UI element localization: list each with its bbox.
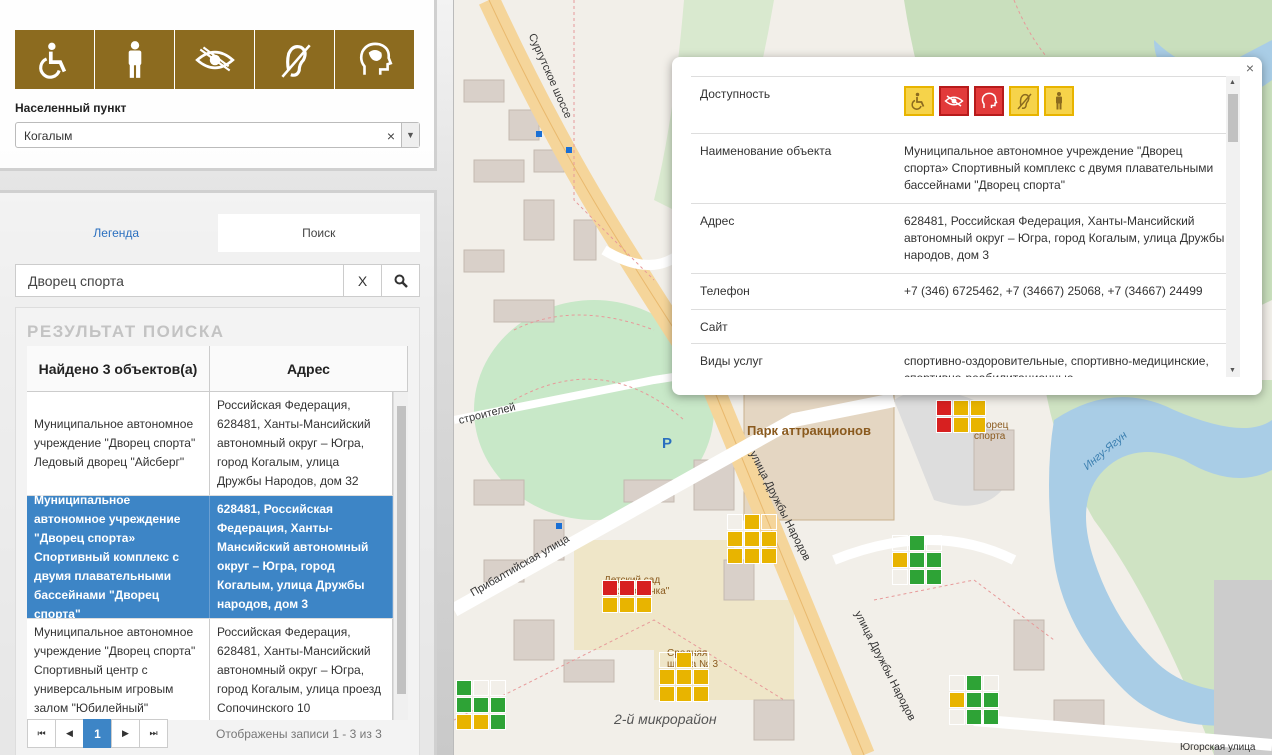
- info-row-address: Адрес 628481, Российская Федерация, Хант…: [691, 204, 1226, 274]
- close-icon[interactable]: ×: [1246, 60, 1254, 76]
- accessibility-filter: [15, 30, 415, 89]
- search-input[interactable]: [15, 264, 344, 297]
- person-filter-button[interactable]: [95, 30, 175, 89]
- clear-search-button[interactable]: X: [344, 264, 382, 297]
- results-table: Найдено 3 объектов(а) Адрес Муниципально…: [27, 346, 408, 720]
- poi-marker[interactable]: [602, 580, 652, 613]
- ear-crossed-icon: [1009, 86, 1039, 116]
- road-label-yugorskaya: Югорская улица: [1180, 742, 1256, 753]
- head-mind-icon: [974, 86, 1004, 116]
- tab-bar: Легенда Поиск: [15, 214, 420, 252]
- locality-select[interactable]: Когалым × ▼: [15, 122, 420, 148]
- results-title: РЕЗУЛЬТАТ ПОИСКА: [27, 322, 225, 341]
- info-row-site: Сайт: [691, 310, 1226, 344]
- object-info-popup: × Доступность Наименование объекта Муниц…: [672, 57, 1262, 395]
- filter-panel: Населенный пункт Когалым × ▼: [0, 0, 437, 171]
- info-key: Наименование объекта: [700, 144, 832, 158]
- eye-crossed-icon: [194, 46, 235, 71]
- table-header: Найдено 3 объектов(а) Адрес: [27, 346, 408, 392]
- search-button[interactable]: [382, 264, 420, 297]
- info-value: +7 (346) 6725462, +7 (34667) 25068, +7 (…: [904, 284, 1203, 298]
- pagination: ⏮ ◀ 1 ▶ ⏭: [27, 719, 168, 748]
- search-bar: X: [15, 264, 420, 297]
- popup-scrollbar[interactable]: ▲ ▼: [1226, 76, 1240, 377]
- table-body: Муниципальное автономное учреждение "Дво…: [27, 392, 408, 720]
- info-value: Муниципальное автономное учреждение "Дво…: [904, 144, 1214, 192]
- table-row[interactable]: Муниципальное автономное учреждение "Дво…: [27, 619, 408, 720]
- info-value: спортивно-оздоровительные, спортивно-мед…: [904, 354, 1209, 377]
- poi-marker[interactable]: [456, 680, 506, 730]
- info-key: Телефон: [700, 284, 750, 298]
- scroll-down-icon[interactable]: ▼: [1229, 367, 1236, 374]
- result-address: Российская Федерация, 628481, Ханты-Манс…: [210, 392, 393, 495]
- scrollbar-thumb[interactable]: [397, 406, 406, 694]
- pagination-info: Отображены записи 1 - 3 из 3: [216, 727, 382, 741]
- search-icon: [394, 274, 408, 288]
- first-page-button[interactable]: ⏮: [27, 719, 56, 748]
- result-address: Российская Федерация, 628481, Ханты-Манс…: [210, 619, 393, 720]
- search-panel: Легенда Поиск X РЕЗУЛЬТАТ ПОИСКА Найдено…: [0, 190, 437, 755]
- info-key: Доступность: [700, 87, 771, 101]
- parking-label: P: [662, 435, 673, 452]
- tab-search[interactable]: Поиск: [217, 214, 420, 252]
- scrollbar-thumb[interactable]: [1228, 94, 1238, 142]
- info-row-accessibility: Доступность: [691, 77, 1226, 134]
- locality-label: Населенный пункт: [15, 101, 127, 115]
- poi-marker[interactable]: [659, 652, 709, 702]
- poi-marker[interactable]: [892, 535, 942, 585]
- mental-filter-button[interactable]: [335, 30, 415, 89]
- head-mind-icon: [359, 42, 392, 75]
- table-scrollbar[interactable]: [393, 392, 408, 720]
- person-icon: [1044, 86, 1074, 116]
- info-key: Виды услуг: [700, 354, 763, 368]
- col-found-header: Найдено 3 объектов(а): [27, 346, 210, 391]
- result-name: Муниципальное автономное учреждение "Дво…: [27, 619, 210, 720]
- page-button-1[interactable]: 1: [83, 719, 112, 748]
- poi-marker[interactable]: [949, 675, 999, 725]
- wheelchair-filter-button[interactable]: [15, 30, 95, 89]
- eye-crossed-icon: [939, 86, 969, 116]
- table-row-selected[interactable]: Муниципальное автономное учреждение "Дво…: [27, 493, 408, 621]
- poi-marker[interactable]: [936, 400, 986, 433]
- tab-legend[interactable]: Легенда: [15, 214, 218, 252]
- result-name: Муниципальное автономное учреждение "Дво…: [27, 493, 210, 621]
- prev-page-button[interactable]: ◀: [55, 719, 84, 748]
- scroll-up-icon[interactable]: ▲: [1229, 79, 1236, 86]
- wheelchair-icon: [904, 86, 934, 116]
- table-row[interactable]: Муниципальное автономное учреждение "Дво…: [27, 392, 408, 496]
- sidebar: Населенный пункт Когалым × ▼ Легенда Пои…: [0, 0, 454, 755]
- info-key: Адрес: [700, 214, 735, 228]
- info-value: 628481, Российская Федерация, Ханты-Манс…: [904, 214, 1225, 262]
- person-icon: [128, 40, 141, 78]
- info-row-name: Наименование объекта Муниципальное автон…: [691, 134, 1226, 204]
- next-page-button[interactable]: ▶: [111, 719, 140, 748]
- chevron-down-icon[interactable]: ▼: [401, 123, 419, 147]
- locality-value: Когалым: [24, 129, 73, 143]
- result-address: 628481, Российская Федерация, Ханты-Манс…: [210, 496, 393, 618]
- clear-icon[interactable]: ×: [387, 128, 395, 144]
- result-name: Муниципальное автономное учреждение "Дво…: [27, 392, 210, 495]
- info-row-phone: Телефон +7 (346) 6725462, +7 (34667) 250…: [691, 274, 1226, 310]
- hearing-filter-button[interactable]: [255, 30, 335, 89]
- search-results: РЕЗУЛЬТАТ ПОИСКА Найдено 3 объектов(а) А…: [15, 307, 420, 755]
- info-value[interactable]: [904, 310, 1226, 343]
- info-row-services: Виды услуг спортивно-оздоровительные, сп…: [691, 344, 1226, 377]
- last-page-button[interactable]: ⏭: [139, 719, 168, 748]
- col-address-header: Адрес: [210, 346, 408, 391]
- park-label: Парк аттракционов: [747, 423, 871, 438]
- vision-filter-button[interactable]: [175, 30, 255, 89]
- info-table: Доступность Наименование объекта Муницип…: [691, 76, 1226, 377]
- poi-marker[interactable]: [727, 514, 777, 564]
- microdistrict-label: 2-й микрорайон: [614, 711, 717, 727]
- ear-crossed-icon: [280, 43, 311, 78]
- wheelchair-icon: [38, 42, 66, 79]
- access-icons: [904, 77, 1226, 133]
- info-key: Сайт: [700, 320, 728, 334]
